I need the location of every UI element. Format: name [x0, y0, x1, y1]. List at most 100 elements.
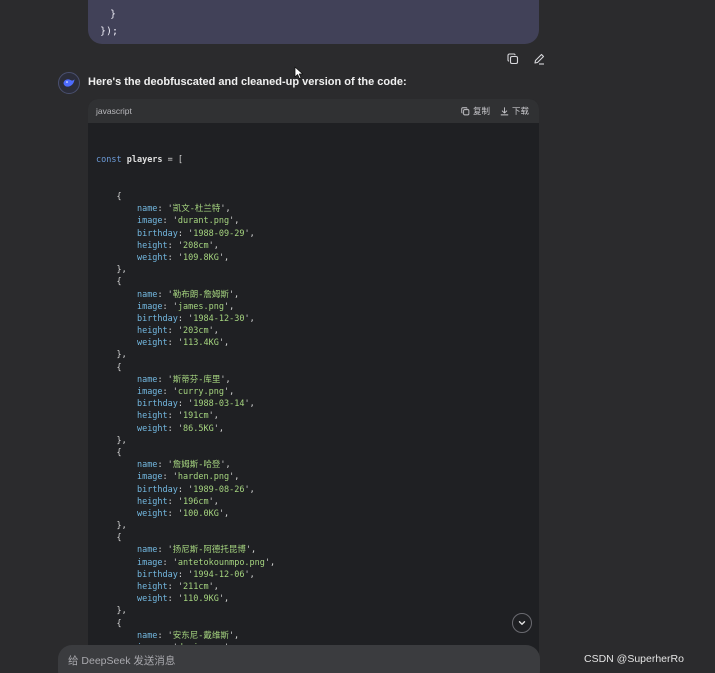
- code-punctuation: : ': [177, 313, 194, 324]
- code-punctuation: : ': [167, 594, 184, 605]
- code-line: image: 'durant.png',: [96, 215, 539, 227]
- copy-icon: [461, 106, 470, 115]
- code-string: 191cm: [183, 411, 209, 422]
- code-string: 109.8KG: [183, 252, 219, 263]
- code-string: 113.4KG: [183, 338, 219, 349]
- code-punctuation: },: [116, 606, 127, 617]
- code-line: weight: '110.9KG',: [96, 593, 539, 605]
- code-line: height: '211cm',: [96, 581, 539, 593]
- code-line: height: '203cm',: [96, 325, 539, 337]
- message-input[interactable]: 给 DeepSeek 发送消息: [58, 645, 540, 673]
- download-code-button[interactable]: 下载: [500, 105, 529, 117]
- copy-icon[interactable]: [505, 51, 521, 67]
- code-punctuation: ',: [220, 204, 231, 215]
- code-punctuation: : ': [162, 216, 178, 227]
- code-line: name: '安东尼-戴维斯',: [96, 630, 539, 642]
- code-property: name: [136, 289, 158, 300]
- code-punctuation: ',: [244, 484, 255, 495]
- code-punctuation: : ': [167, 496, 184, 507]
- code-line: },: [96, 520, 539, 532]
- code-punctuation: {: [116, 447, 122, 458]
- scroll-to-bottom-button[interactable]: [512, 613, 532, 633]
- code-string: 1994-12-06: [193, 569, 245, 580]
- code-punctuation: ',: [208, 240, 219, 251]
- code-toolbar: 复制 下载: [461, 105, 529, 117]
- code-punctuation: ',: [244, 313, 255, 324]
- code-punctuation: ',: [223, 301, 235, 312]
- code-punctuation: : ': [157, 630, 173, 641]
- code-string: 203cm: [183, 326, 209, 337]
- code-property: birthday: [136, 569, 178, 580]
- code-line: {: [96, 447, 539, 459]
- copy-code-button[interactable]: 复制: [461, 105, 490, 117]
- edit-icon[interactable]: [531, 51, 547, 67]
- code-punctuation: : ': [157, 374, 173, 385]
- code-string: durant.png: [177, 216, 230, 227]
- code-punctuation: ',: [244, 569, 255, 580]
- code-punctuation: ',: [213, 423, 224, 434]
- code-string: antetokounmpo.png: [177, 557, 265, 568]
- code-property: birthday: [136, 313, 178, 324]
- code-line: height: '196cm',: [96, 496, 539, 508]
- code-punctuation: ',: [218, 594, 230, 605]
- code-line: name: '斯蒂芬-库里',: [96, 374, 539, 386]
- code-punctuation: ',: [218, 252, 230, 263]
- code-punctuation: ',: [208, 326, 219, 337]
- deepseek-whale-icon: [58, 72, 80, 94]
- code-string: 208cm: [183, 240, 209, 251]
- code-string: 1984-12-30: [193, 313, 245, 324]
- code-punctuation: : ': [162, 301, 178, 312]
- code-string: 110.9KG: [183, 594, 219, 605]
- code-punctuation: : ': [157, 460, 173, 471]
- code-string: 斯蒂芬-库里: [172, 374, 221, 385]
- code-punctuation: ',: [208, 496, 219, 507]
- code-punctuation: {: [116, 533, 122, 544]
- code-punctuation: },: [116, 435, 127, 446]
- code-identifier: players: [126, 155, 163, 166]
- code-punctuation: : ': [162, 557, 178, 568]
- code-string: 86.5KG: [183, 423, 214, 434]
- code-punctuation: : ': [177, 484, 194, 495]
- code-property: height: [136, 240, 168, 251]
- code-line: image: 'curry.png',: [96, 386, 539, 398]
- code-line: image: 'antetokounmpo.png',: [96, 557, 539, 569]
- code-punctuation: : ': [167, 338, 184, 349]
- code-punctuation: : ': [167, 582, 184, 592]
- code-string: 扬尼斯-阿德托昆博: [172, 545, 246, 556]
- code-line: birthday: '1988-03-14',: [96, 398, 539, 410]
- code-punctuation: ',: [264, 557, 276, 568]
- code-language-label: javascript: [96, 106, 132, 116]
- code-string: 1988-09-29: [193, 228, 245, 239]
- code-line: birthday: '1984-12-30',: [96, 313, 539, 325]
- code-string: 詹姆斯-哈登: [172, 460, 221, 471]
- code-property: weight: [136, 252, 168, 263]
- message-actions: [505, 51, 547, 67]
- code-property: image: [136, 472, 163, 483]
- code-line: {: [96, 276, 539, 288]
- code-line: name: '詹姆斯-哈登',: [96, 459, 539, 471]
- code-line: weight: '109.8KG',: [96, 252, 539, 264]
- code-punctuation: {: [116, 618, 122, 629]
- code-property: weight: [136, 423, 168, 434]
- code-line: weight: '100.0KG',: [96, 508, 539, 520]
- code-punctuation: ',: [229, 472, 240, 483]
- code-property: height: [136, 326, 168, 337]
- code-punctuation: : ': [167, 411, 184, 422]
- message-input-placeholder: 给 DeepSeek 发送消息: [68, 655, 176, 667]
